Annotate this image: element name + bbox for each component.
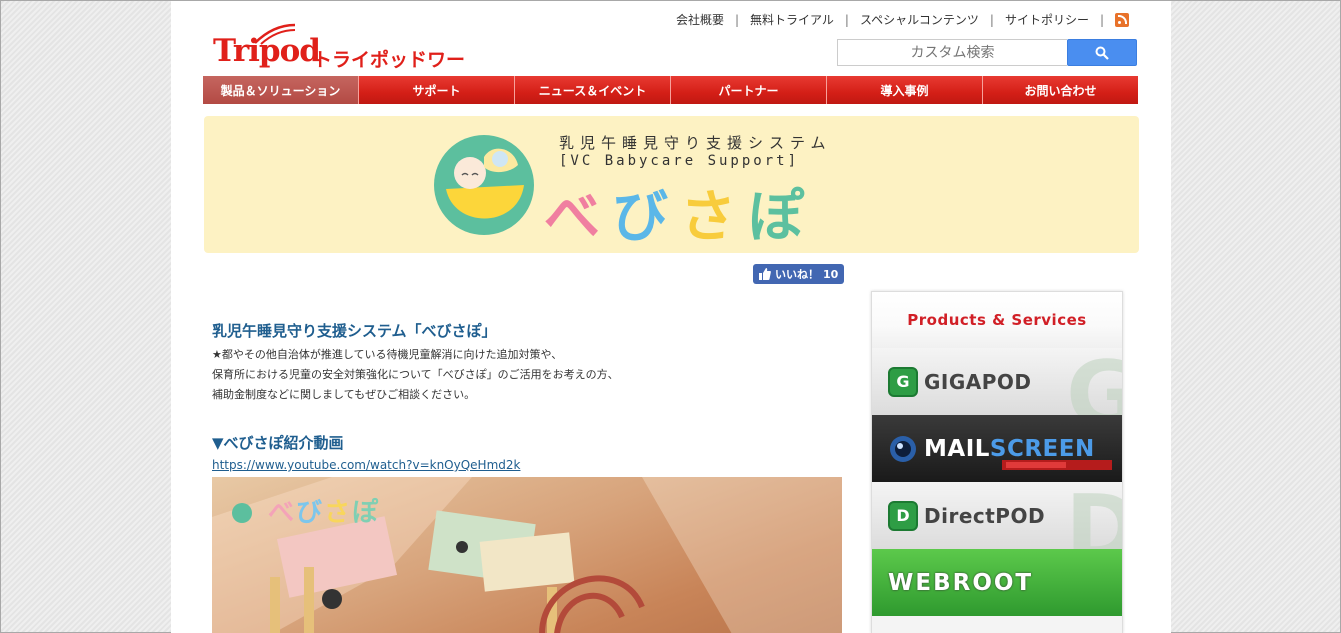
directpod-logo-icon: D bbox=[888, 500, 918, 531]
svg-text:べ: べ bbox=[268, 498, 294, 528]
top-link-policy[interactable]: サイトポリシー bbox=[1005, 11, 1089, 28]
top-links: 会社概要 | 無料トライアル | スペシャルコンテンツ | サイトポリシー | bbox=[676, 11, 1129, 28]
thumbs-up-icon bbox=[759, 268, 771, 280]
facebook-like-button[interactable]: いいね！ 10 bbox=[753, 264, 845, 284]
top-link-company[interactable]: 会社概要 bbox=[676, 11, 724, 28]
banner-title-char: び bbox=[612, 185, 680, 250]
nav-products[interactable]: 製品＆ソリューション bbox=[203, 76, 359, 104]
description-line: ★都やその他自治体が推進している待機児童解消に向けた追加対策や、 bbox=[212, 348, 563, 361]
main-nav: 製品＆ソリューション サポート ニュース＆イベント パートナー 導入事例 お問い… bbox=[203, 76, 1138, 104]
appliance-icon bbox=[1002, 460, 1112, 470]
banner-subtitle-en: [VC Babycare Support] bbox=[559, 153, 800, 169]
product-name-part: MAIL bbox=[924, 435, 990, 462]
banner-title-char: さ bbox=[680, 185, 748, 250]
product-name: GIGAPOD bbox=[924, 369, 1032, 394]
product-heading: 乳児午睡見守り支援システム「べびさぽ」 bbox=[212, 322, 497, 340]
search-icon bbox=[1095, 46, 1109, 60]
video-heading: ▼べびさぽ紹介動画 bbox=[212, 434, 344, 452]
decorative-letter: D bbox=[1065, 482, 1122, 549]
product-name: WEBROOT bbox=[888, 569, 1034, 596]
description-line: 保育所における児童の安全対策強化について「べびさぽ」のご活用をお考えの方、 bbox=[212, 368, 619, 381]
search-bar bbox=[837, 39, 1137, 66]
top-link-trial[interactable]: 無料トライアル bbox=[750, 11, 834, 28]
product-gigapod[interactable]: G G GIGAPOD bbox=[872, 348, 1122, 415]
search-input[interactable] bbox=[837, 39, 1067, 66]
search-button[interactable] bbox=[1067, 39, 1137, 66]
nav-support[interactable]: サポート bbox=[359, 76, 515, 104]
product-banner: 乳児午睡見守り支援システム [VC Babycare Support] べびさぽ bbox=[204, 116, 1139, 253]
svg-text:び: び bbox=[296, 498, 322, 528]
nav-contact[interactable]: お問い合わせ bbox=[983, 76, 1138, 104]
description-line: 補助金制度などに関しましてもぜひご相談ください。 bbox=[212, 388, 476, 401]
product-description: ★都やその他自治体が推進している待機児童解消に向けた追加対策や、 保育所における… bbox=[212, 345, 619, 405]
svg-text:さ: さ bbox=[324, 498, 350, 528]
video-player[interactable]: べ び さ ぽ bbox=[212, 477, 842, 633]
site-logo[interactable]: Tripod トライポッドワークス bbox=[213, 23, 483, 98]
like-count: 10 bbox=[823, 267, 839, 281]
decorative-letter: G bbox=[1066, 348, 1122, 415]
like-label: いいね！ bbox=[775, 268, 819, 281]
svg-text:ぽ: ぽ bbox=[352, 497, 379, 528]
product-name: DirectPOD bbox=[924, 503, 1046, 528]
product-webroot[interactable]: WEBROOT bbox=[872, 549, 1122, 616]
product-directpod[interactable]: D D DirectPOD bbox=[872, 482, 1122, 549]
divider: | bbox=[844, 12, 849, 27]
products-sidebar: Products & Services G G GIGAPOD MAILSCRE… bbox=[871, 291, 1123, 633]
product-mailscreen[interactable]: MAILSCREEN bbox=[872, 415, 1122, 482]
youtube-link[interactable]: https://www.youtube.com/watch?v=knOyQeHm… bbox=[212, 458, 520, 472]
mailscreen-logo-icon bbox=[890, 435, 916, 462]
top-link-special[interactable]: スペシャルコンテンツ bbox=[860, 11, 979, 28]
divider: | bbox=[734, 12, 740, 27]
nav-news-events[interactable]: ニュース＆イベント bbox=[515, 76, 671, 104]
banner-title-char: ぽ bbox=[748, 185, 816, 250]
gigapod-logo-icon: G bbox=[888, 366, 918, 397]
nav-partner[interactable]: パートナー bbox=[671, 76, 827, 104]
sidebar-title: Products & Services bbox=[872, 292, 1122, 348]
banner-subtitle: 乳児午睡見守り支援システム bbox=[559, 134, 832, 152]
rss-icon[interactable] bbox=[1115, 12, 1129, 27]
divider: | bbox=[1099, 12, 1104, 27]
video-thumbnail: べ び さ ぽ bbox=[212, 477, 842, 633]
page: 会社概要 | 無料トライアル | スペシャルコンテンツ | サイトポリシー | … bbox=[171, 1, 1171, 633]
banner-title: べびさぽ bbox=[544, 172, 816, 253]
banner-title-char: べ bbox=[544, 185, 612, 250]
babysapo-logo-icon bbox=[434, 135, 534, 235]
logo-brand: Tripod bbox=[213, 33, 321, 69]
product-next[interactable] bbox=[872, 616, 1122, 633]
nav-case-studies[interactable]: 導入事例 bbox=[827, 76, 983, 104]
divider: | bbox=[989, 12, 994, 27]
